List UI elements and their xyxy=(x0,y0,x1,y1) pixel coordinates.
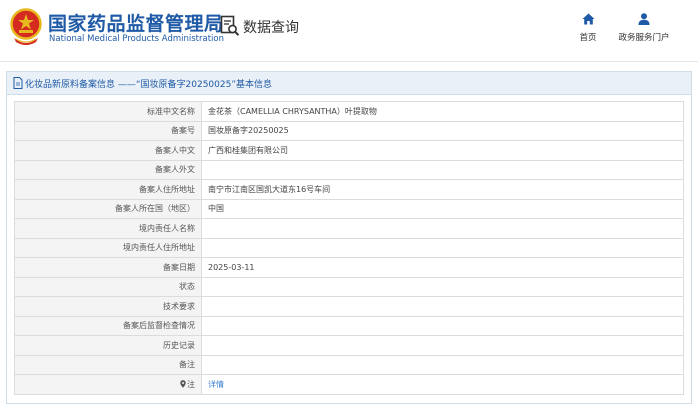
nav-home-label: 首页 xyxy=(579,33,597,43)
national-emblem-icon xyxy=(10,8,42,45)
field-label: 备案后监督检查情况 xyxy=(14,315,202,336)
table-row: 技术要求 xyxy=(14,296,684,317)
note-label: 注 xyxy=(14,374,202,395)
table-row: 境内责任人名称 xyxy=(14,218,684,239)
field-value xyxy=(201,296,684,317)
nav-home-link[interactable]: 首页 xyxy=(574,13,602,43)
user-icon xyxy=(638,13,650,25)
field-label: 备案人所在国（地区） xyxy=(14,198,202,219)
field-value xyxy=(201,335,684,356)
field-value xyxy=(201,315,684,336)
field-value xyxy=(201,354,684,375)
home-icon xyxy=(582,13,594,25)
field-label: 备案日期 xyxy=(14,257,202,278)
page-title: 数据查询 xyxy=(243,20,299,36)
field-value: 国妆原备字20250025 xyxy=(201,120,684,141)
field-value: 南宁市江南区国凯大道东16号车间 xyxy=(201,179,684,200)
field-label: 备案人住所地址 xyxy=(14,179,202,200)
field-label: 境内责任人住所地址 xyxy=(14,237,202,258)
table-row: 状态 xyxy=(14,276,684,297)
field-label: 历史记录 xyxy=(14,335,202,356)
info-panel: 化妆品新原料备案信息 ——“国妆原备字20250025”基本信息 标准中文名称 … xyxy=(6,71,692,404)
document-icon xyxy=(13,77,23,89)
pin-icon xyxy=(180,380,186,388)
field-label: 境内责任人名称 xyxy=(14,218,202,239)
field-label: 状态 xyxy=(14,276,202,297)
table-row: 备案后监督检查情况 xyxy=(14,315,684,336)
panel-title: 化妆品新原料备案信息 ——“国妆原备字20250025”基本信息 xyxy=(25,80,272,90)
record-detail-table: 标准中文名称 金花茶（CAMELLIA CHRYSANTHA）叶提取物 备案号 … xyxy=(14,101,684,395)
details-link[interactable]: 详情 xyxy=(208,380,224,389)
note-label-text: 注 xyxy=(187,379,195,389)
field-label: 备注 xyxy=(14,354,202,375)
table-row: 备案人所在国（地区） 中国 xyxy=(14,198,684,219)
site-header: 国家药品监督管理局 National Medical Products Admi… xyxy=(0,0,698,60)
field-value xyxy=(201,218,684,239)
field-label: 标准中文名称 xyxy=(14,101,202,122)
table-row: 境内责任人住所地址 xyxy=(14,237,684,258)
header-divider xyxy=(0,61,698,62)
field-label: 备案人中文 xyxy=(14,140,202,161)
field-value: 2025-03-11 xyxy=(201,257,684,278)
table-row: 备案人外文 xyxy=(14,159,684,180)
panel-header: 化妆品新原料备案信息 ——“国妆原备字20250025”基本信息 xyxy=(7,72,691,95)
table-row: 标准中文名称 金花茶（CAMELLIA CHRYSANTHA）叶提取物 xyxy=(14,101,684,122)
field-label: 备案人外文 xyxy=(14,159,202,180)
field-value: 金花茶（CAMELLIA CHRYSANTHA）叶提取物 xyxy=(201,101,684,122)
table-row: 备注 xyxy=(14,354,684,375)
note-row: 注 详情 xyxy=(14,374,684,395)
nav-service-portal-link[interactable]: 政务服务门户 xyxy=(616,13,672,43)
field-label: 技术要求 xyxy=(14,296,202,317)
site-title: 国家药品监督管理局 xyxy=(48,13,224,35)
field-value: 广西和桂集团有限公司 xyxy=(201,140,684,161)
table-row: 历史记录 xyxy=(14,335,684,356)
site-subtitle: National Medical Products Administration xyxy=(49,34,224,44)
note-value: 详情 xyxy=(201,374,684,395)
nav-portal-label: 政务服务门户 xyxy=(618,33,670,43)
table-row: 备案日期 2025-03-11 xyxy=(14,257,684,278)
field-value: 中国 xyxy=(201,198,684,219)
field-label: 备案号 xyxy=(14,120,202,141)
table-row: 备案人中文 广西和桂集团有限公司 xyxy=(14,140,684,161)
field-value xyxy=(201,237,684,258)
field-value xyxy=(201,276,684,297)
field-value xyxy=(201,159,684,180)
table-row: 备案号 国妆原备字20250025 xyxy=(14,120,684,141)
data-search-icon xyxy=(220,15,240,36)
table-row: 备案人住所地址 南宁市江南区国凯大道东16号车间 xyxy=(14,179,684,200)
